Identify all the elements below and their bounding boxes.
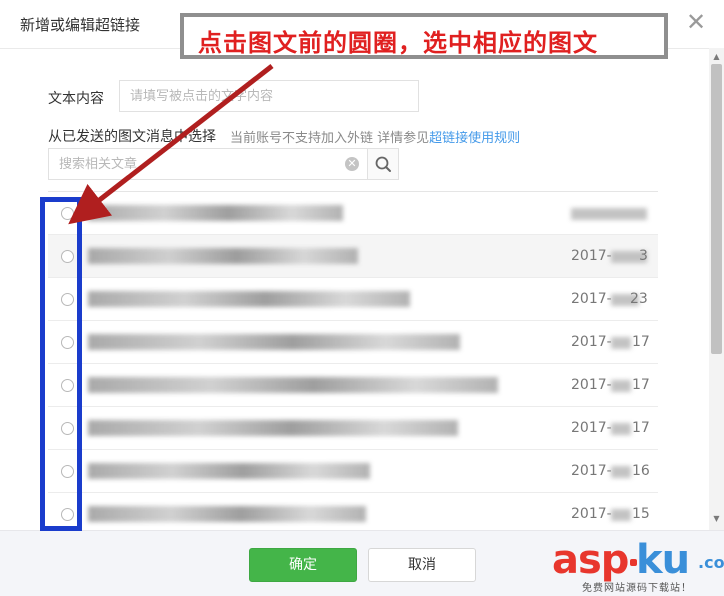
watermark-brand-ku: ku (636, 537, 690, 583)
site-watermark-logo: asp ku .com 免费网站源码下载站！ (552, 537, 724, 595)
instruction-callout: 点击图文前的圆圈，选中相应的图文 (180, 13, 668, 59)
watermark-tagline: 免费网站源码下载站！ (582, 583, 692, 594)
hyperlink-dialog: 新增或编辑超链接 ✕ 文本内容 从已发送的图文消息中选择 当前账号不支持加入外链… (0, 0, 724, 596)
instruction-callout-text: 点击图文前的圆圈，选中相应的图文 (198, 29, 598, 57)
watermark-brand-asp: asp (552, 537, 629, 583)
watermark-brand-com: .com (698, 553, 724, 572)
annotation-arrow (68, 64, 274, 225)
